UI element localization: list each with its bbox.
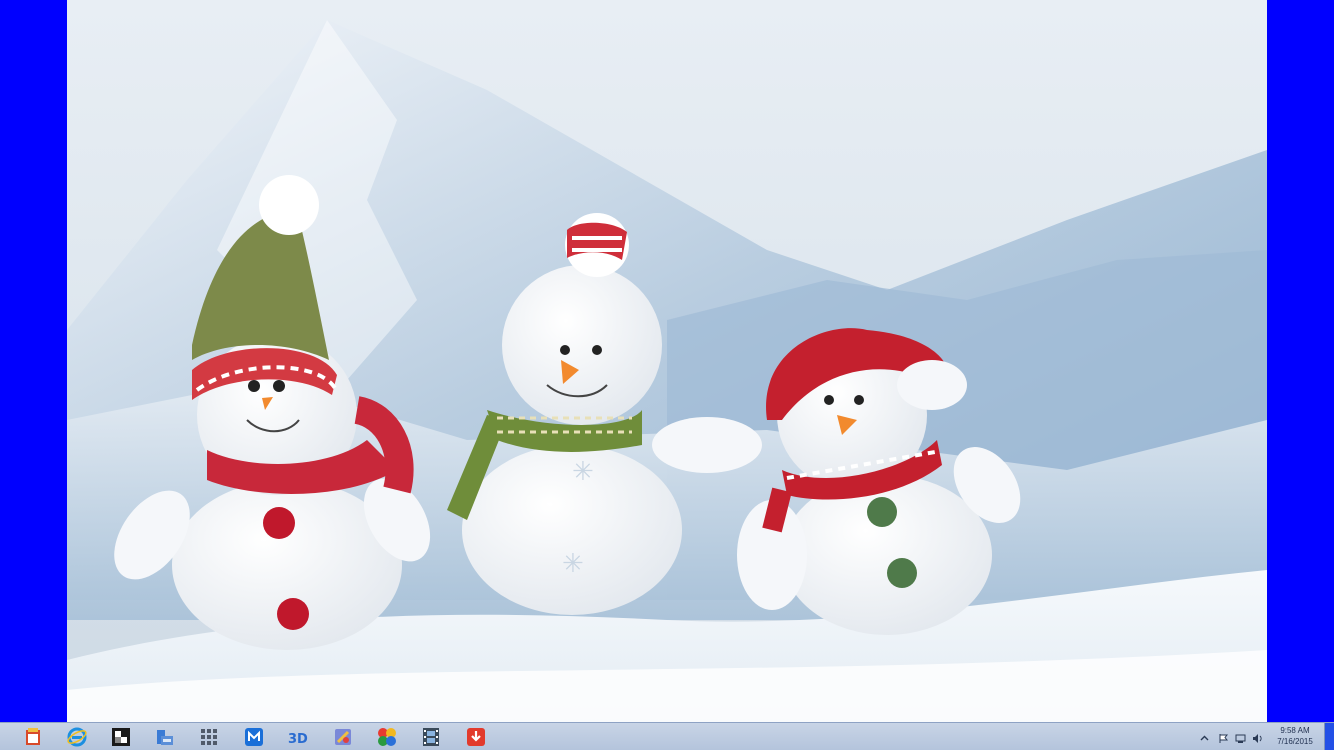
download-manager-icon[interactable] xyxy=(465,726,487,748)
flag-icon[interactable] xyxy=(1218,731,1229,743)
svg-text:3D: 3D xyxy=(288,732,308,747)
control-grid-icon[interactable] xyxy=(198,726,220,748)
windows-store-icon[interactable] xyxy=(110,726,132,748)
svg-text:✳: ✳ xyxy=(572,457,594,487)
clock-time: 9:58 AM xyxy=(1280,726,1310,735)
3d-viewer-icon[interactable]: 3D xyxy=(287,726,309,748)
network-icon[interactable] xyxy=(1235,731,1246,743)
film-strip-icon[interactable] xyxy=(420,726,442,748)
left-blue-border xyxy=(0,0,67,722)
taskbar-clock[interactable]: 9:58 AM 7/16/2015 xyxy=(1268,725,1322,749)
svg-text:✳: ✳ xyxy=(562,549,584,579)
chevron-up-icon[interactable] xyxy=(1199,731,1210,742)
internet-explorer-icon[interactable] xyxy=(66,726,88,748)
taskbar: 3D 9:58 AM 7/16/2015 xyxy=(0,722,1334,750)
speaker-icon[interactable] xyxy=(1252,731,1263,743)
desktop-wallpaper: ✳ ✳ xyxy=(67,0,1267,722)
file-manager-icon[interactable] xyxy=(22,726,44,748)
pinwheel-app-icon[interactable] xyxy=(376,726,398,748)
clock-date: 7/16/2015 xyxy=(1277,737,1313,746)
paint-app-icon[interactable] xyxy=(332,726,354,748)
show-desktop-button[interactable] xyxy=(1324,723,1334,750)
right-blue-border xyxy=(1267,0,1334,722)
file-explorer-icon[interactable] xyxy=(154,726,176,748)
maxthon-browser-icon[interactable] xyxy=(243,726,265,748)
